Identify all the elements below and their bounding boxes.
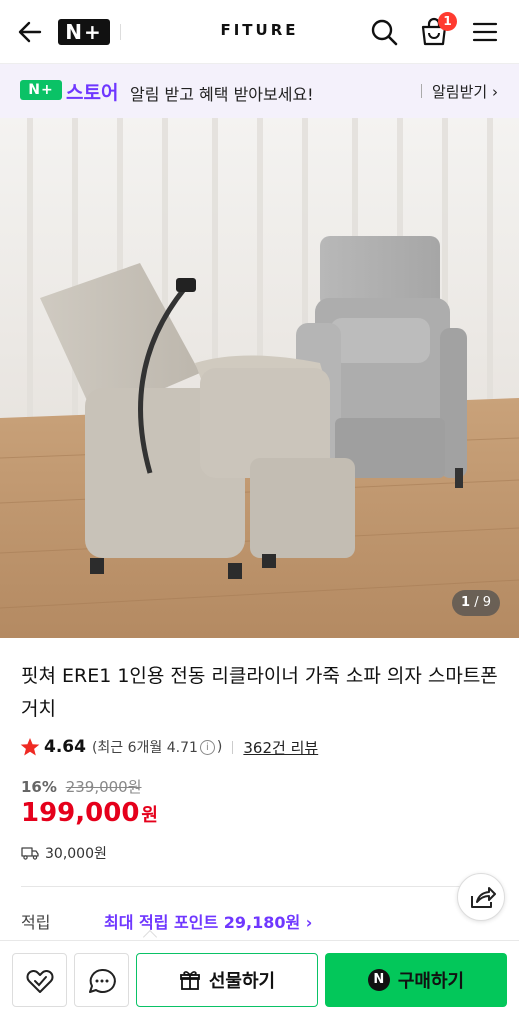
truck-icon — [21, 847, 39, 860]
original-price: 239,000원 — [65, 778, 142, 796]
gift-button[interactable]: 선물하기 — [136, 953, 318, 1007]
review-count-link[interactable]: 362건 리뷰 — [243, 737, 318, 758]
wishlist-button[interactable] — [12, 953, 67, 1007]
notification-subscribe-link[interactable]: 알림받기 › — [432, 81, 498, 102]
share-icon — [471, 887, 496, 908]
store-notification-banner[interactable]: N+ 스토어 알림 받고 혜택 받아보세요! 알림받기 › — [0, 64, 519, 118]
hamburger-menu-icon[interactable] — [471, 18, 499, 46]
store-banner-message: 알림 받고 혜택 받아보세요! — [130, 85, 314, 104]
discount-row: 16% 239,000원 — [21, 776, 142, 797]
image-counter: 1 / 9 — [452, 590, 500, 616]
rating-row: 4.64 (최근 6개월 4.71 i ) 362건 리뷰 — [20, 736, 318, 758]
buy-label: 구매하기 — [397, 971, 465, 992]
rating-divider — [232, 740, 234, 754]
search-icon[interactable] — [369, 17, 399, 47]
heart-check-icon — [26, 970, 54, 993]
chat-button[interactable] — [74, 953, 129, 1007]
bottom-action-bar: 선물하기 N 구매하기 — [0, 940, 519, 1024]
product-title: 핏쳐 ERE1 1인용 전동 리클라이너 가죽 소파 의자 스마트폰거치 — [21, 665, 498, 720]
recent-rating-close: ) — [216, 739, 223, 755]
recliner-photo — [0, 118, 519, 638]
discount-rate: 16% — [21, 778, 57, 796]
max-points-link[interactable]: 최대 적립 포인트 29,180원 › — [104, 909, 312, 933]
top-header: N+ FITURE 1 — [0, 0, 519, 64]
buy-button[interactable]: N 구매하기 — [325, 953, 507, 1007]
recent-rating-text: (최근 6개월 4.71 — [91, 740, 198, 756]
price-value: 199,000 — [21, 798, 140, 828]
section-divider — [21, 886, 499, 887]
naver-n-icon: N — [367, 969, 390, 991]
store-name: 스토어 — [66, 82, 119, 104]
chat-bubble-icon — [89, 968, 116, 993]
star-icon — [20, 738, 40, 756]
banner-divider — [421, 84, 422, 98]
points-label: 적립 — [21, 913, 51, 932]
naver-plus-store-logo: N+ — [20, 80, 62, 100]
sale-price: 199,000 원 — [21, 798, 158, 828]
info-icon[interactable]: i — [199, 739, 215, 755]
gift-label: 선물하기 — [208, 971, 276, 992]
shipping-fee: 30,000원 — [45, 846, 107, 862]
shipping-fee-row: 30,000원 — [21, 843, 107, 863]
gift-icon — [179, 971, 200, 990]
cart-count-badge: 1 — [438, 12, 457, 31]
price-currency: 원 — [141, 805, 158, 826]
rating-value: 4.64 — [44, 737, 86, 757]
product-image[interactable] — [0, 118, 519, 638]
share-button[interactable] — [457, 873, 505, 921]
